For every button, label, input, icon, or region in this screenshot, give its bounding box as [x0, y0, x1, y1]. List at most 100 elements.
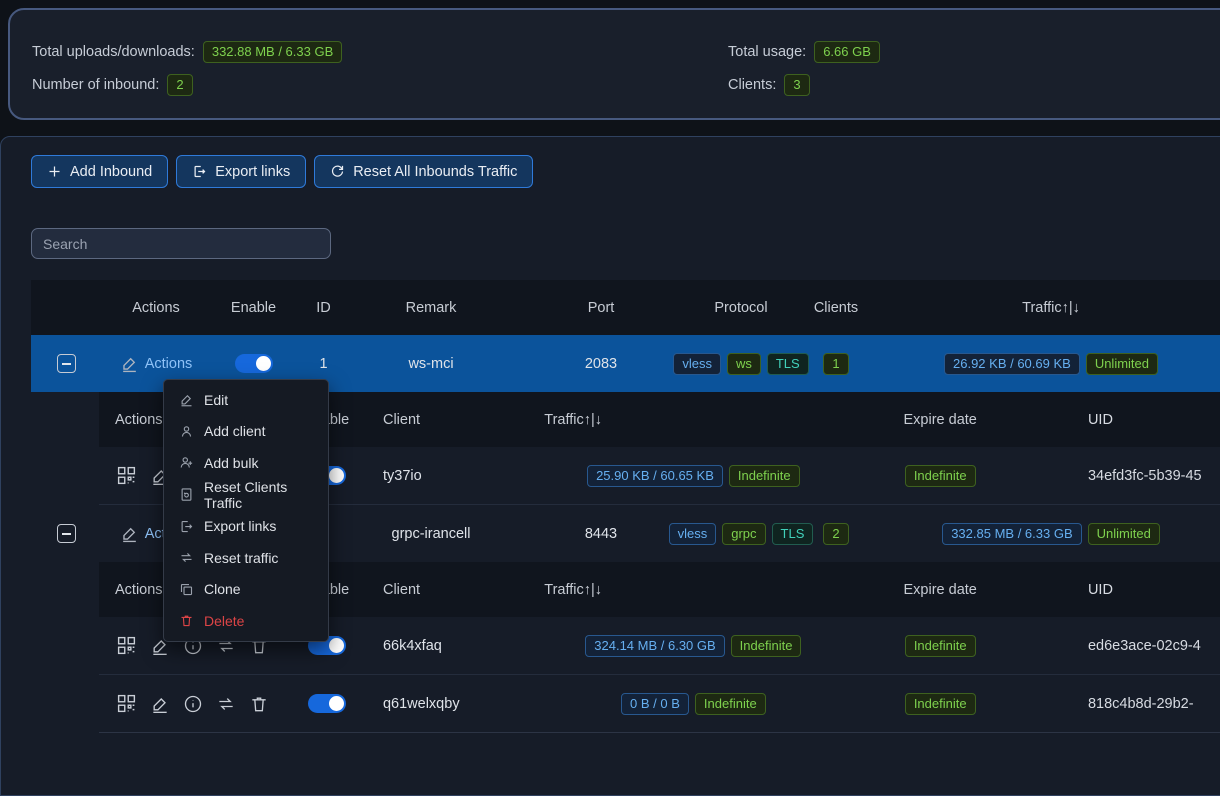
- traffic-tag: 332.85 MB / 6.33 GB: [942, 523, 1081, 545]
- row-actions-dropdown-menu: Edit Add client Add bulk Reset Clients T…: [163, 379, 329, 642]
- menu-item-add-bulk[interactable]: Add bulk: [164, 447, 328, 479]
- inbound-id: 1: [296, 356, 351, 372]
- menu-item-reset-clients-traffic[interactable]: Reset Clients Traffic: [164, 479, 328, 511]
- qr-code-icon[interactable]: [116, 635, 137, 656]
- traffic-tag: 26.92 KB / 60.69 KB: [944, 353, 1080, 375]
- export-icon: [192, 164, 207, 179]
- total-uploads-downloads-label: Total uploads/downloads:: [32, 44, 195, 60]
- traffic-limit-tag: Unlimited: [1086, 353, 1158, 375]
- client-uid: 818c4b8d-29b2-: [1038, 696, 1220, 712]
- header-client: Client: [378, 412, 544, 428]
- client-expire-tag: Indefinite: [905, 465, 976, 487]
- collapse-row-button[interactable]: [57, 524, 76, 543]
- reset-all-inbounds-traffic-button[interactable]: Reset All Inbounds Traffic: [314, 155, 533, 188]
- header-port: Port: [511, 300, 691, 316]
- client-traffic-tag: 324.14 MB / 6.30 GB: [585, 635, 724, 657]
- client-enable-toggle[interactable]: [308, 694, 346, 713]
- header-traffic-sort[interactable]: Traffic↑|↓: [544, 582, 842, 598]
- header-enable: Enable: [211, 300, 296, 316]
- menu-item-label: Add client: [204, 423, 265, 439]
- add-bulk-icon: [179, 455, 194, 470]
- client-name: q61welxqby: [378, 696, 544, 712]
- export-links-label: Export links: [215, 164, 290, 180]
- menu-item-clone[interactable]: Clone: [164, 574, 328, 606]
- menu-item-label: Reset traffic: [204, 550, 278, 566]
- client-traffic-limit-tag: Indefinite: [729, 465, 800, 487]
- client-info-icon[interactable]: [183, 694, 203, 714]
- menu-item-export-links[interactable]: Export links: [164, 510, 328, 542]
- enable-toggle[interactable]: [235, 354, 273, 373]
- total-usage-label: Total usage:: [728, 44, 806, 60]
- header-protocol: Protocol: [691, 300, 791, 316]
- delete-icon: [179, 613, 194, 628]
- reset-traffic-icon: [179, 550, 194, 565]
- edit-pencil-icon: [120, 354, 139, 373]
- menu-item-add-client[interactable]: Add client: [164, 416, 328, 448]
- menu-item-label: Add bulk: [204, 455, 258, 471]
- inbound-port: 8443: [511, 526, 691, 542]
- add-inbound-button[interactable]: Add Inbound: [31, 155, 168, 188]
- client-row-q61welxqby: q61welxqby 0 B / 0 B Indefinite Indefini…: [99, 675, 1220, 733]
- transport-tag: grpc: [722, 523, 765, 545]
- row-actions-dropdown-trigger[interactable]: Actions: [145, 356, 193, 372]
- number-of-inbound-value: 2: [167, 74, 192, 96]
- clients-value: 3: [784, 74, 809, 96]
- clone-icon: [179, 582, 194, 597]
- plus-icon: [47, 164, 62, 179]
- menu-item-label: Edit: [204, 392, 228, 408]
- client-traffic-tag: 25.90 KB / 60.65 KB: [587, 465, 723, 487]
- protocol-tag: vless: [673, 353, 721, 375]
- header-expire-date: Expire date: [842, 582, 1038, 598]
- client-uid: 34efd3fc-5b39-45: [1038, 468, 1220, 484]
- header-clients: Clients: [791, 300, 881, 316]
- menu-item-label: Delete: [204, 613, 244, 629]
- edit-icon: [179, 392, 194, 407]
- header-remark: Remark: [351, 300, 511, 316]
- collapse-row-button[interactable]: [57, 354, 76, 373]
- stats-card: Total uploads/downloads: 332.88 MB / 6.3…: [8, 8, 1220, 120]
- client-count-tag: 2: [823, 523, 848, 545]
- qr-code-icon[interactable]: [116, 465, 137, 486]
- reset-all-inbounds-traffic-label: Reset All Inbounds Traffic: [353, 164, 517, 180]
- inbound-remark: ws-mci: [351, 356, 511, 372]
- header-traffic-sort[interactable]: Traffic↑|↓: [544, 412, 842, 428]
- toolbar: Add Inbound Export links Reset All Inbou…: [31, 155, 1220, 188]
- add-inbound-label: Add Inbound: [70, 164, 152, 180]
- menu-item-reset-traffic[interactable]: Reset traffic: [164, 542, 328, 574]
- menu-item-delete[interactable]: Delete: [164, 605, 328, 637]
- search-input[interactable]: [31, 228, 331, 259]
- export-links-icon: [179, 519, 194, 534]
- client-name: ty37io: [378, 468, 544, 484]
- client-count-tag: 1: [823, 353, 848, 375]
- menu-item-label: Clone: [204, 581, 241, 597]
- header-uid: UID: [1038, 582, 1220, 598]
- client-uid: ed6e3ace-02c9-4: [1038, 638, 1220, 654]
- inbound-remark: grpc-irancell: [351, 526, 511, 542]
- delete-client-icon[interactable]: [249, 694, 269, 714]
- inbound-port: 2083: [511, 356, 691, 372]
- traffic-limit-tag: Unlimited: [1088, 523, 1160, 545]
- total-uploads-downloads-value: 332.88 MB / 6.33 GB: [203, 41, 342, 63]
- menu-item-edit[interactable]: Edit: [164, 384, 328, 416]
- header-traffic-sort[interactable]: Traffic↑|↓: [881, 300, 1220, 316]
- menu-item-label: Reset Clients Traffic: [204, 479, 318, 511]
- edit-pencil-icon: [120, 524, 139, 543]
- reload-icon: [330, 164, 345, 179]
- reset-client-traffic-icon[interactable]: [216, 694, 236, 714]
- reset-clients-traffic-icon: [179, 487, 194, 502]
- client-traffic-limit-tag: Indefinite: [695, 693, 766, 715]
- qr-code-icon[interactable]: [116, 693, 137, 714]
- edit-client-icon[interactable]: [150, 694, 170, 714]
- clients-label: Clients:: [728, 77, 776, 93]
- header-client: Client: [378, 582, 544, 598]
- header-uid: UID: [1038, 412, 1220, 428]
- protocol-tag: vless: [669, 523, 717, 545]
- client-name: 66k4xfaq: [378, 638, 544, 654]
- client-traffic-limit-tag: Indefinite: [731, 635, 802, 657]
- client-expire-tag: Indefinite: [905, 693, 976, 715]
- menu-item-label: Export links: [204, 518, 276, 534]
- header-actions: Actions: [101, 300, 211, 316]
- header-id: ID: [296, 300, 351, 316]
- client-traffic-tag: 0 B / 0 B: [621, 693, 689, 715]
- export-links-button[interactable]: Export links: [176, 155, 306, 188]
